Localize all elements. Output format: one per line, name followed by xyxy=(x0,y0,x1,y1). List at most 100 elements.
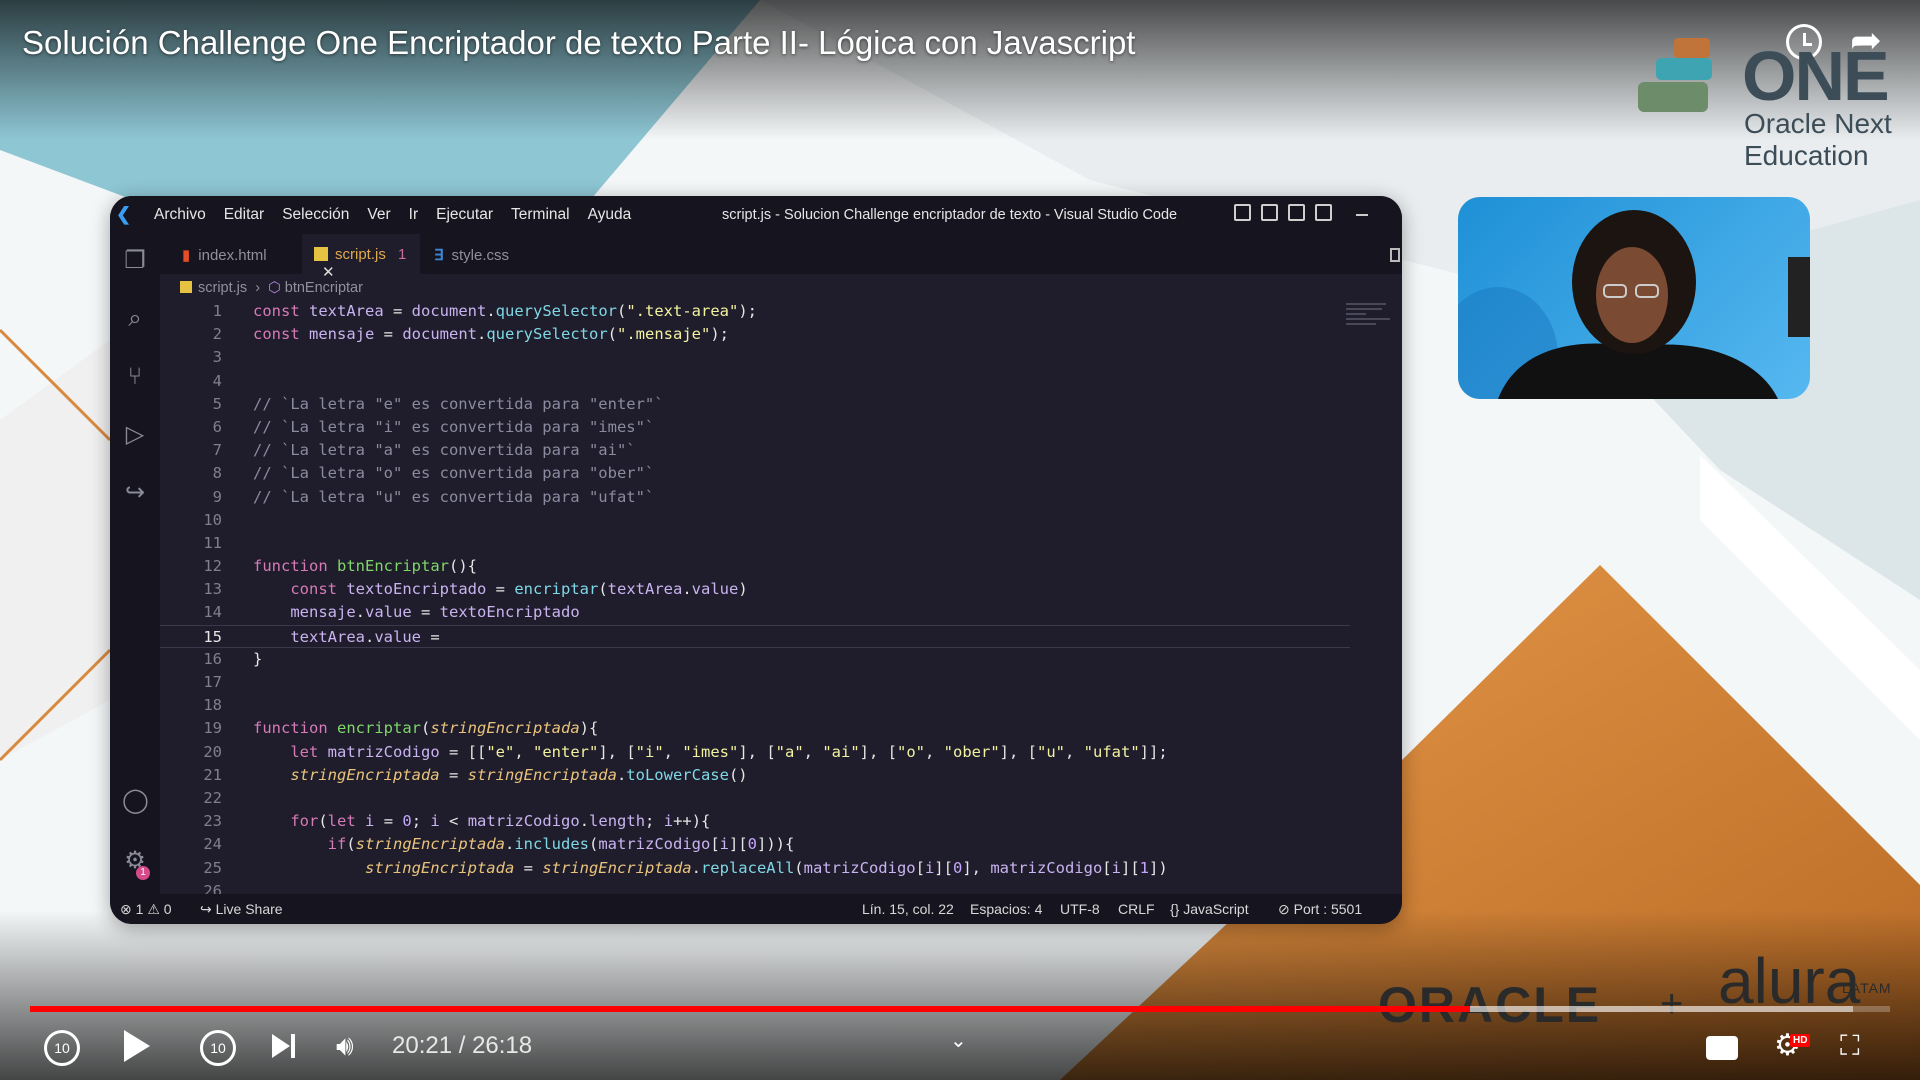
customize-layout-icon[interactable] xyxy=(1315,204,1332,221)
code-line[interactable]: 7 // `La letra "a" es convertida para "ai… xyxy=(160,439,1350,462)
code-line[interactable]: 24 if(stringEncriptada.includes(matrizCo… xyxy=(160,833,1350,856)
accounts-icon[interactable]: ◯ xyxy=(122,788,149,814)
progress-bar[interactable] xyxy=(30,1006,1890,1012)
code-line[interactable]: 6 // `La letra "i" es convertida para "im… xyxy=(160,416,1350,439)
close-tab-icon[interactable]: ✕ xyxy=(322,264,335,281)
activity-bar: ❐ ⌕ ⑂ ▷ ↪ ◯ ⚙ 1 xyxy=(110,234,160,894)
presenter-webcam xyxy=(1458,197,1810,399)
code-line[interactable]: 25 stringEncriptada = stringEncriptada.r… xyxy=(160,857,1350,880)
html-icon: ▮ xyxy=(182,247,191,264)
code-line[interactable]: 2 const mensaje = document.querySelector(… xyxy=(160,323,1350,346)
menu-bar: Archivo Editar Selección Ver Ir Ejecutar… xyxy=(154,206,631,224)
menu-editar[interactable]: Editar xyxy=(224,206,265,224)
line-number: 17 xyxy=(203,673,222,691)
toggle-sidebar-icon[interactable] xyxy=(1234,204,1251,221)
code-line[interactable]: 4 xyxy=(160,370,1350,393)
braces-icon: {} xyxy=(1170,901,1180,917)
code-line[interactable]: 15 textArea.value = xyxy=(160,624,1350,648)
menu-ejecutar[interactable]: Ejecutar xyxy=(436,206,493,224)
line-number: 5 xyxy=(212,394,222,413)
code-line[interactable]: 20 let matrizCodigo = [["e", "enter"], [… xyxy=(160,741,1350,764)
stop-circle-icon: ⊘ xyxy=(1278,901,1290,917)
forward-10-icon[interactable]: 10 xyxy=(200,1030,236,1066)
breadcrumb-symbol[interactable]: btnEncriptar xyxy=(285,280,363,296)
line-number: 7 xyxy=(212,441,222,460)
rewind-10-icon[interactable]: 10 xyxy=(44,1030,80,1066)
minimize-button[interactable] xyxy=(1356,214,1368,216)
volume-icon[interactable]: 🔊︎ xyxy=(336,1030,354,1063)
live-share-icon: ↪ xyxy=(200,901,212,917)
tab-index-html[interactable]: ▮ index.html xyxy=(170,234,298,274)
language-label: JavaScript xyxy=(1183,901,1249,917)
menu-terminal[interactable]: Terminal xyxy=(511,206,570,224)
play-button[interactable] xyxy=(124,1030,150,1062)
one-subtitle-line1: Oracle Next xyxy=(1744,108,1892,139)
live-share-icon[interactable]: ↪ xyxy=(122,480,148,506)
code-line[interactable]: 1 const textArea = document.querySelector… xyxy=(160,300,1350,323)
line-text: let matrizCodigo = [["e", "enter"], ["i"… xyxy=(290,742,1168,761)
menu-archivo[interactable]: Archivo xyxy=(154,206,206,224)
chevron-down-icon[interactable]: ⌄ xyxy=(950,1028,967,1053)
search-icon[interactable]: ⌕ xyxy=(122,306,148,332)
menu-ayuda[interactable]: Ayuda xyxy=(588,206,632,224)
cursor-position[interactable]: Lín. 15, col. 22 xyxy=(862,901,954,917)
problems-status[interactable]: ⊗ 1 ⚠ 0 xyxy=(120,901,172,918)
code-line[interactable]: 11 xyxy=(160,532,1350,555)
toggle-secondary-sidebar-icon[interactable] xyxy=(1288,204,1305,221)
code-line[interactable]: 14 mensaje.value = textoEncriptado xyxy=(160,601,1350,624)
warning-icon: ⚠ xyxy=(147,901,160,917)
tab-style-css[interactable]: ∃ style.css xyxy=(422,234,538,274)
code-line[interactable]: 10 xyxy=(160,509,1350,532)
breadcrumb-file[interactable]: script.js xyxy=(198,280,247,296)
toggle-panel-icon[interactable] xyxy=(1261,204,1278,221)
menu-ir[interactable]: Ir xyxy=(409,206,418,224)
end-of-line[interactable]: CRLF xyxy=(1118,901,1155,917)
subtitles-icon[interactable] xyxy=(1706,1036,1738,1060)
live-share-status[interactable]: ↪ Live Share xyxy=(200,901,283,918)
code-line[interactable]: 22 xyxy=(160,787,1350,810)
next-video-bar xyxy=(291,1034,295,1058)
run-debug-icon[interactable]: ▷ xyxy=(122,422,148,448)
breadcrumb: script.js › ⬡ btnEncriptar xyxy=(180,280,363,296)
split-editor-icon[interactable] xyxy=(1390,248,1400,262)
line-text: // `La letra "e" es convertida para "ent… xyxy=(253,394,664,413)
code-line[interactable]: 23 for(let i = 0; i < matrizCodigo.lengt… xyxy=(160,810,1350,833)
encoding[interactable]: UTF-8 xyxy=(1060,901,1100,917)
line-text: // `La letra "a" es convertida para "ai"… xyxy=(253,441,636,460)
line-number: 2 xyxy=(212,325,222,344)
menu-seleccion[interactable]: Selección xyxy=(282,206,349,224)
code-line[interactable]: 19 function encriptar(stringEncriptada){ xyxy=(160,717,1350,740)
code-line[interactable]: 12 function btnEncriptar(){ xyxy=(160,555,1350,578)
code-line[interactable]: 16} xyxy=(160,648,1350,671)
code-line[interactable]: 8 // `La letra "o" es convertida para "ob… xyxy=(160,462,1350,485)
indentation[interactable]: Espacios: 4 xyxy=(970,901,1042,917)
code-line[interactable]: 3 xyxy=(160,346,1350,369)
live-server-port[interactable]: ⊘ Port : 5501 xyxy=(1278,901,1362,918)
code-line[interactable]: 13 const textoEncriptado = encriptar(tex… xyxy=(160,578,1350,601)
code-line[interactable]: 21 stringEncriptada = stringEncriptada.t… xyxy=(160,764,1350,787)
time-display: 20:21 / 26:18 xyxy=(392,1032,533,1059)
language-mode[interactable]: {} JavaScript xyxy=(1170,901,1249,917)
source-control-icon[interactable]: ⑂ xyxy=(122,364,148,390)
code-editor[interactable]: 1 const textArea = document.querySelector… xyxy=(160,300,1350,900)
explorer-icon[interactable]: ❐ xyxy=(122,248,148,274)
next-video-icon[interactable] xyxy=(272,1034,290,1058)
menu-ver[interactable]: Ver xyxy=(367,206,390,224)
code-line[interactable]: 9 // `La letra "u" es convertida para "uf… xyxy=(160,486,1350,509)
problem-count-badge: 1 xyxy=(398,246,407,263)
line-number: 23 xyxy=(203,812,222,831)
one-subtitle-line2: Education xyxy=(1744,140,1869,171)
tab-label: style.css xyxy=(451,247,509,264)
minimap[interactable] xyxy=(1346,300,1396,350)
code-line[interactable]: 18 xyxy=(160,694,1350,717)
video-title[interactable]: Solución Challenge One Encriptador de te… xyxy=(22,24,1135,62)
line-number: 22 xyxy=(203,788,222,807)
error-count: 1 xyxy=(135,901,144,917)
code-line[interactable]: 5 // `La letra "e" es convertida para "en… xyxy=(160,393,1350,416)
exit-fullscreen-icon[interactable]: ⛶ xyxy=(1840,1030,1860,1063)
line-number: 14 xyxy=(203,603,222,622)
hd-badge: HD xyxy=(1790,1034,1811,1047)
plus-sign: + xyxy=(1660,982,1684,1026)
code-line[interactable]: 17 xyxy=(160,671,1350,694)
tab-script-js[interactable]: script.js 1 ✕ xyxy=(302,234,420,281)
